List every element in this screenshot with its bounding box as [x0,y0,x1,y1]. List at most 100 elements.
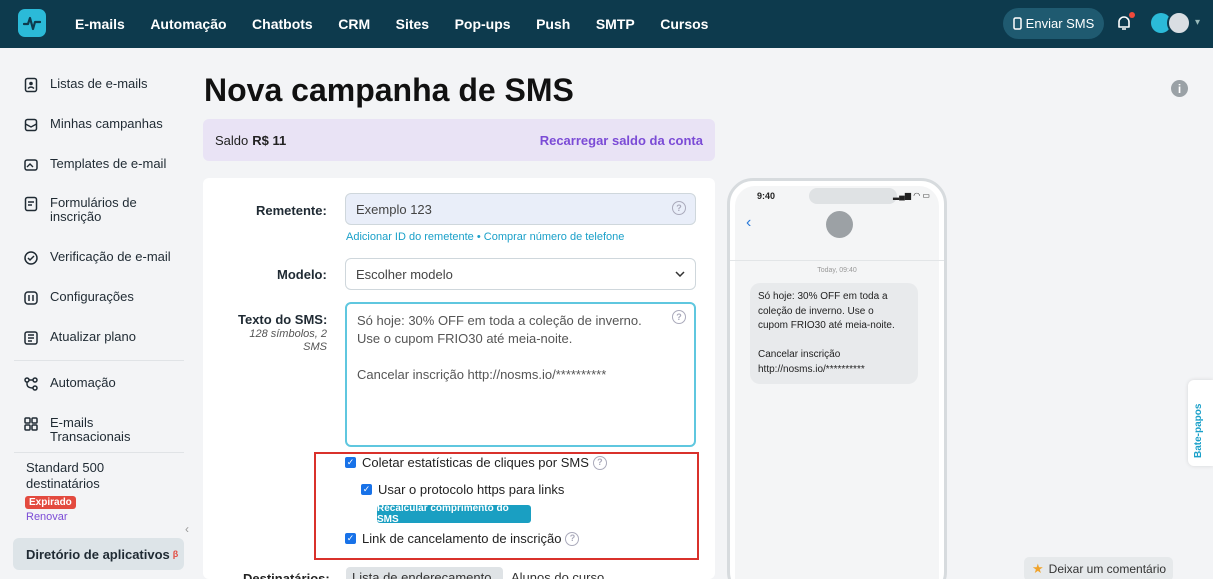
app-directory-label: Diretório de aplicativos [26,546,170,562]
bubble-line: http://nosms.io/********** [758,363,865,375]
sidebar-item-email-lists[interactable]: Listas de e-mails [23,77,148,93]
phone-time: 9:40 [757,191,776,201]
template-value: Escolher modelo [356,266,453,282]
sidebar-item-upgrade[interactable]: Atualizar plano [23,330,136,346]
nav-chatbots[interactable]: Chatbots [252,16,313,32]
leave-comment-label: Deixar um comentário [1048,562,1167,576]
phone-icon [1012,17,1022,30]
sms-text-line: Use o cupom FRIO30 até meia-noite. [357,331,573,346]
signal-wifi-battery-icon: ▂▄▆ ◠ ▭ [893,191,930,200]
recipients-label: Destinatários: [243,571,330,579]
highlight-box [314,452,699,560]
send-sms-button[interactable]: Enviar SMS [1003,8,1104,39]
renew-link[interactable]: Renovar [26,511,68,523]
page-title: Nova campanha de SMS [204,72,574,108]
sidebar-item-transactional[interactable]: E-mails Transacionais [23,416,143,444]
sidebar-item-label: Listas de e-mails [50,76,148,91]
help-icon[interactable]: ? [672,310,686,324]
logo-icon[interactable] [18,9,46,37]
sidebar-item-label: Atualizar plano [50,329,136,344]
sms-text-line: Só hoje: 30% OFF em toda a coleção de in… [357,313,642,328]
chats-side-tab[interactable]: Bate-papos [1188,380,1213,466]
balance-label: Saldo [215,132,249,148]
sidebar-item-label: Automação [50,375,116,390]
chevron-down-icon [675,271,685,277]
sender-value: Exemplo 123 [356,201,432,217]
chats-tab-label: Bate-papos [1193,403,1204,458]
contacts-icon [24,77,38,93]
sidebar-item-label: Minhas campanhas [50,116,163,131]
leave-comment-button[interactable]: ★ Deixar um comentário [1024,557,1173,579]
top-navigation-bar: E-mails Automação Chatbots CRM Sites Pop… [0,0,1213,48]
reload-balance-link[interactable]: Recarregar saldo da conta [540,133,703,148]
automation-icon [24,377,38,391]
message-bubble: Só hoje: 30% OFF em toda a coleção de in… [750,283,918,384]
nav-smtp[interactable]: SMTP [596,16,635,32]
phone-header-divider [730,260,944,261]
sidebar-item-label: Verificação de e-mail [50,249,171,264]
sidebar-divider [14,360,184,361]
main-nav: E-mails Automação Chatbots CRM Sites Pop… [75,0,734,48]
nav-automation[interactable]: Automação [150,16,226,32]
bubble-line: Cancelar inscrição [758,349,841,360]
notification-dot [1129,12,1135,18]
template-label: Modelo: [277,267,327,282]
nav-push[interactable]: Push [536,16,570,32]
sidebar-item-label: E-mails Transacionais [50,415,131,444]
phone-notch [809,188,897,204]
nav-courses[interactable]: Cursos [660,16,708,32]
sidebar-item-email-verification[interactable]: Verificação de e-mail [23,250,171,266]
balance-bar: Saldo R$ 11 Recarregar saldo da conta [203,119,715,161]
check-circle-icon [24,251,38,265]
collapse-sidebar-icon[interactable]: ‹ [185,522,189,536]
nav-emails[interactable]: E-mails [75,16,125,32]
avatar[interactable] [1167,11,1191,35]
sidebar-item-label: Formulários de inscrição [50,195,137,224]
contact-avatar-icon [826,211,853,238]
templates-icon [24,159,38,171]
plan-name: Standard 500 destinatários [26,460,105,491]
sidebar-item-my-campaigns[interactable]: Minhas campanhas [23,117,163,133]
tab-course-students[interactable]: Alunos do curso [511,570,604,579]
bubble-line: cupom FRIO30 até meia-noite. [758,320,895,331]
nav-crm[interactable]: CRM [338,16,370,32]
sender-label: Remetente: [256,203,327,218]
sms-text-area[interactable]: Só hoje: 30% OFF em toda a coleção de in… [345,302,696,447]
campaigns-icon [24,118,38,132]
chevron-down-icon[interactable]: ▾ [1195,17,1200,28]
message-date: Today, 09:40 [817,267,857,274]
upgrade-icon [24,331,38,345]
sender-input[interactable]: Exemplo 123 [345,193,696,225]
sidebar-item-templates[interactable]: Templates de e-mail [23,157,166,173]
bubble-line: coleção de inverno. Use o [758,305,874,317]
sidebar-item-label: Configurações [50,289,134,304]
sidebar-item-automation[interactable]: Automação [23,376,116,392]
nav-sites[interactable]: Sites [396,16,429,32]
nav-popups[interactable]: Pop-ups [455,16,511,32]
sender-links[interactable]: Adicionar ID do remetente • Comprar núme… [346,231,624,243]
sidebar-item-forms[interactable]: Formulários de inscrição [23,196,153,224]
balance-text: Saldo R$ 11 [215,133,286,148]
beta-mark: β [172,549,179,559]
sidebar-divider [14,452,184,453]
bubble-line: Só hoje: 30% OFF em toda a [758,291,888,302]
sms-text-label: Texto do SMS: [238,312,328,327]
sms-length-info: 128 símbolos, 2 SMS [249,328,327,353]
sidebar-item-settings[interactable]: Configurações [23,290,134,306]
tab-mailing-list[interactable]: Lista de endereçamento [346,567,503,579]
transactional-icon [24,417,38,431]
star-icon: ★ [1032,561,1044,576]
balance-value: R$ 11 [252,132,287,148]
info-icon[interactable]: i [1171,80,1188,97]
sidebar-item-label: Templates de e-mail [50,156,167,171]
sms-phone-preview: 9:40 ▂▄▆ ◠ ▭ ‹ Today, 09:40 Só hoje: 30%… [727,178,947,579]
sms-text-line: Cancelar inscrição http://nosms.io/*****… [357,367,607,382]
template-select[interactable]: Escolher modelo [345,258,696,290]
settings-icon [24,291,38,305]
help-icon[interactable]: ? [672,201,686,215]
app-directory-button[interactable]: Diretório de aplicativos β [13,538,184,570]
back-arrow-icon: ‹ [746,214,752,231]
send-sms-label: Enviar SMS [1025,16,1095,31]
forms-icon [24,196,38,212]
expired-badge: Expirado [25,496,76,509]
